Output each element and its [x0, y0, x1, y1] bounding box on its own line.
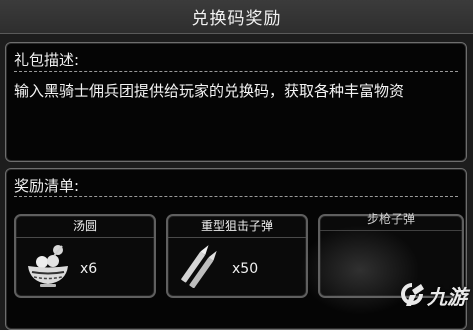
gift-description-panel: 礼包描述: 输入黑骑士佣兵团提供给玩家的兑换码，获取各种丰富物资	[5, 42, 467, 162]
sniper-bullets-icon	[181, 245, 217, 288]
reward-list-divider	[14, 196, 458, 197]
9game-logo-icon	[401, 283, 424, 306]
watermark-text: 九游	[427, 284, 467, 309]
reward-name: 重型狙击子弹	[168, 217, 306, 238]
rifle-bullets-icon	[328, 242, 376, 288]
watermark: 九游	[397, 280, 467, 310]
reward-quantity: x6	[80, 261, 98, 277]
dialog-title: 兑换码奖励	[191, 9, 282, 29]
reward-quantity: x50	[232, 261, 259, 277]
reward-list-label: 奖励清单:	[14, 177, 80, 195]
dialog-title-bar: 兑换码奖励	[0, 0, 473, 34]
reward-card-sniper-bullets[interactable]: 重型狙击子弹 x50	[166, 214, 308, 298]
reward-card-tangyuan[interactable]: 汤圆 x6	[14, 214, 156, 298]
reward-name: 步枪子弹	[320, 210, 462, 231]
tangyuan-bowl-icon	[28, 245, 68, 287]
description-text: 输入黑骑士佣兵团提供给玩家的兑换码，获取各种丰富物资	[14, 82, 405, 100]
description-label: 礼包描述:	[14, 51, 80, 69]
reward-name: 汤圆	[16, 217, 154, 238]
description-divider	[14, 71, 458, 72]
